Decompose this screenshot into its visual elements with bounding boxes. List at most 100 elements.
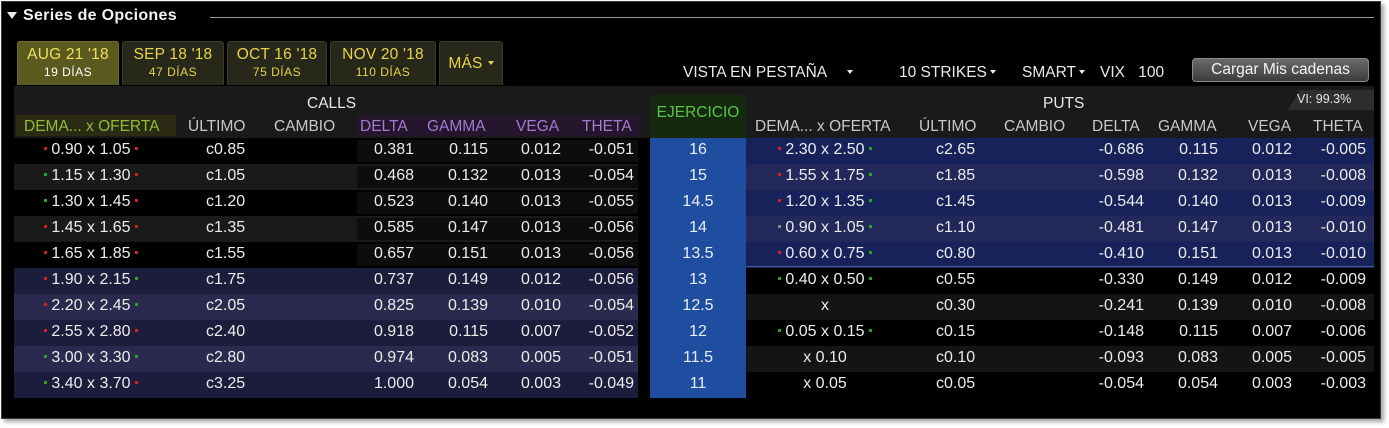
calls-col-delta[interactable]: DELTA [360,118,408,136]
put-last: c1.85 [936,167,976,184]
table-row[interactable]: 2.20 x 2.45 c2.05 0.825 0.139 0.010 -0.054 12… [14,294,1374,320]
put-bid-ask[interactable]: 1.55 x 1.75 [750,167,900,185]
call-last: c1.55 [206,245,246,262]
put-ask: 1.75 [833,167,865,184]
put-bid-ask-separator: x [816,245,834,262]
put-bid-ask[interactable]: 0.40 x 0.50 [750,271,900,289]
put-delta: -0.241 [1098,297,1144,314]
put-bid-ask[interactable]: x 0.05 [750,375,900,393]
call-bid-ask[interactable]: 1.45 x 1.65 [16,219,166,237]
call-bid-ask[interactable]: 1.30 x 1.45 [16,193,166,211]
puts-col-vega[interactable]: VEGA [1248,118,1291,136]
tick-indicator-icon [135,303,139,306]
call-ask: 1.65 [99,219,131,236]
put-delta: -0.598 [1098,167,1144,184]
call-ask: 2.45 [99,297,131,314]
puts-col-last[interactable]: ÚLTIMO [919,118,976,136]
puts-col-change[interactable]: CAMBIO [1004,118,1065,136]
strike-cell: 14.5 [682,193,714,210]
call-bid: 2.55 [51,323,83,340]
put-bid-ask[interactable]: x 0.10 [750,349,900,367]
strikes-dropdown[interactable]: 10 STRIKES [899,64,996,82]
call-bid-ask[interactable]: 3.00 x 3.30 [16,349,166,367]
tab-expiry-aug-21[interactable]: AUG 21 '18 19 DÍAS [17,41,119,85]
put-bid-ask[interactable]: 2.30 x 2.50 [750,141,900,159]
tick-indicator-icon [869,329,873,332]
call-bid-ask[interactable]: 0.90 x 1.05 [16,141,166,159]
put-bid-ask[interactable]: 0.60 x 0.75 [750,245,900,263]
collapse-triangle-icon[interactable] [7,12,17,19]
table-row[interactable]: 1.90 x 2.15 c1.75 0.737 0.149 0.012 -0.056 13… [14,268,1374,294]
call-bid: 1.45 [51,219,83,236]
put-theta: -0.008 [1320,167,1366,184]
table-row[interactable]: 2.55 x 2.80 c2.40 0.918 0.115 0.007 -0.052 12… [14,320,1374,346]
puts-col-bid-ask[interactable]: DEMA... x OFERTA [755,118,891,136]
call-delta: 0.974 [373,349,414,366]
view-mode-dropdown[interactable]: VISTA EN PESTAÑA [683,64,853,82]
put-bid-ask[interactable]: x [750,297,900,315]
table-row[interactable]: 0.90 x 1.05 c0.85 0.381 0.115 0.012 -0.051 16… [14,138,1374,164]
calls-col-gamma[interactable]: GAMMA [427,118,486,136]
tick-indicator-icon [869,225,873,228]
call-bid-ask[interactable]: 1.65 x 1.85 [16,245,166,263]
call-theta: -0.049 [588,375,634,392]
put-theta: -0.010 [1320,245,1366,262]
call-bid-ask[interactable]: 1.90 x 2.15 [16,271,166,289]
tick-indicator-icon [43,251,47,254]
tab-expiry-nov-20[interactable]: NOV 20 '18 110 DÍAS [330,41,436,85]
calls-title: CALLS [307,95,357,112]
puts-col-delta[interactable]: DELTA [1092,118,1140,136]
call-bid-ask[interactable]: 3.40 x 3.70 [16,375,166,393]
call-bid-ask-separator: x [82,271,100,288]
call-ask: 1.30 [99,167,131,184]
tab-expiry-days: 75 DÍAS [252,65,302,79]
put-vega: 0.007 [1251,323,1292,340]
call-bid: 1.30 [51,193,83,210]
put-gamma: 0.140 [1177,193,1218,210]
tick-indicator-icon [135,277,139,280]
put-gamma: 0.139 [1177,297,1218,314]
table-row[interactable]: 1.30 x 1.45 c1.20 0.523 0.140 0.013 -0.055 14… [14,190,1374,216]
puts-col-gamma[interactable]: GAMMA [1158,118,1217,136]
table-row[interactable]: 3.00 x 3.30 c2.80 0.974 0.083 0.005 -0.051 11… [14,346,1374,372]
vix-field[interactable]: VIX 100 [1100,64,1164,82]
call-bid-ask[interactable]: 2.55 x 2.80 [16,323,166,341]
calls-col-change[interactable]: CAMBIO [274,118,335,136]
tick-indicator-icon [777,277,781,280]
table-row[interactable]: 1.65 x 1.85 c1.55 0.657 0.151 0.013 -0.056 13… [14,242,1374,268]
put-gamma: 0.083 [1177,349,1218,366]
put-ask: 1.35 [833,193,865,210]
puts-col-theta[interactable]: THETA [1313,118,1363,136]
table-row[interactable]: 1.15 x 1.30 c1.05 0.468 0.132 0.013 -0.054 15… [14,164,1374,190]
tab-expiry-oct-16[interactable]: OCT 16 '18 75 DÍAS [227,41,327,85]
calls-col-theta[interactable]: THETA [582,118,632,136]
call-bid-ask[interactable]: 1.15 x 1.30 [16,167,166,185]
call-ask: 3.70 [99,375,131,392]
call-bid-ask-separator: x [82,297,100,314]
tab-expiry-days: 110 DÍAS [355,65,411,79]
calls-col-last[interactable]: ÚLTIMO [188,118,245,136]
table-row[interactable]: 1.45 x 1.65 c1.35 0.585 0.147 0.013 -0.056 14… [14,216,1374,242]
put-ask: 0.50 [833,271,865,288]
call-vega: 0.007 [520,323,561,340]
call-gamma: 0.115 [449,141,488,158]
call-theta: -0.051 [588,349,634,366]
strike-column-header[interactable]: EJERCICIO [650,104,746,122]
tab-expiry-sep-18[interactable]: SEP 18 '18 47 DÍAS [122,41,224,85]
tab-more-expiries[interactable]: MÁS [439,41,503,85]
put-bid: 0.40 [785,271,817,288]
table-row[interactable]: 3.40 x 3.70 c3.25 1.000 0.054 0.003 -0.049 11… [14,372,1374,398]
call-bid-ask[interactable]: 2.20 x 2.45 [16,297,166,315]
put-bid-ask[interactable]: 0.90 x 1.05 [750,219,900,237]
calls-col-vega[interactable]: VEGA [516,118,559,136]
put-gamma: 0.115 [1179,323,1218,340]
put-vega: 0.013 [1251,167,1292,184]
tick-indicator-icon [43,303,47,306]
call-bid-ask-separator: x [82,141,100,158]
exchange-dropdown[interactable]: SMART [1022,64,1085,82]
calls-col-bid-ask[interactable]: DEMA... x OFERTA [24,118,160,136]
put-bid-ask[interactable]: 1.20 x 1.35 [750,193,900,211]
load-my-chains-button[interactable]: Cargar Mis cadenas [1192,58,1369,82]
put-bid-ask[interactable]: 0.05 x 0.15 [750,323,900,341]
call-last: c0.85 [206,141,246,158]
